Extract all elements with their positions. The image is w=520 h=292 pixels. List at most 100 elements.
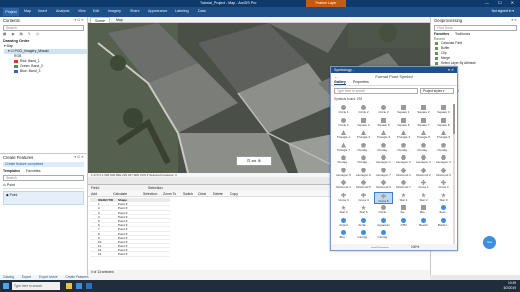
symbol-cell[interactable]: Triangle 3 (374, 129, 393, 141)
symbol-cell[interactable]: Square 5 (374, 117, 393, 129)
browser-icon[interactable] (76, 283, 82, 289)
symbol-cell[interactable]: Beach (414, 217, 433, 229)
symbol-cell[interactable]: Pentag... (334, 154, 353, 166)
symbol-cell[interactable]: Sq... (394, 204, 413, 216)
tab-properties[interactable]: Properties (353, 80, 369, 84)
symbol-cell[interactable]: Campg... (354, 229, 373, 241)
symbol-cell[interactable]: Blo... (414, 204, 433, 216)
symbol-cell[interactable]: Circle 2 (354, 104, 373, 116)
symbol-cell[interactable]: Border... (434, 217, 453, 229)
symbol-cell[interactable]: Aquarium (374, 217, 393, 229)
tab-insert[interactable]: Insert (38, 9, 47, 13)
symbol-cell[interactable]: Campg... (374, 229, 393, 241)
symbol-search-input[interactable]: Type here to search (334, 88, 418, 94)
tab-favorites-geo[interactable]: Favorites (434, 32, 449, 36)
gallery-scrollbar[interactable] (453, 104, 455, 244)
symbol-cell[interactable]: Hexagon 3 (414, 154, 433, 166)
scrollbar-thumb[interactable] (453, 104, 455, 134)
symbol-cell[interactable]: Diamond 5 (354, 179, 373, 191)
symbol-cell[interactable]: ATM (394, 217, 413, 229)
symbol-cell[interactable]: Airport (334, 217, 353, 229)
symbol-cell[interactable]: Star 4 (334, 204, 353, 216)
symbol-cell[interactable]: Square 1 (394, 104, 413, 116)
symbol-cell[interactable]: Triangle 2 (354, 129, 373, 141)
tab-labeling[interactable]: Labeling (175, 9, 189, 13)
symbol-cell[interactable]: Star 1 (394, 192, 413, 204)
copy-button[interactable]: Copy (230, 192, 238, 196)
zoom-slider[interactable]: ——○——— (371, 244, 389, 250)
back-arrow-icon[interactable]: ← (334, 73, 338, 80)
symbol-cell[interactable]: Hexagon 5 (334, 167, 353, 179)
symbol-cell[interactable]: Pentag... (354, 154, 373, 166)
sign-in-status[interactable]: Not signed in ▾ (492, 9, 514, 13)
delete-button[interactable]: Delete (213, 192, 223, 196)
tab-data[interactable]: Data (198, 9, 206, 13)
symbol-cell[interactable]: Cross 3 (334, 192, 353, 204)
symbol-cell[interactable]: Square 4 (354, 117, 373, 129)
symbol-cell[interactable]: Cross 4 (354, 192, 373, 204)
symbol-cell[interactable]: Square 8 (434, 117, 453, 129)
tab-appearance[interactable]: Appearance (148, 9, 167, 13)
symbol-cell[interactable]: Diamond 1 (394, 167, 413, 179)
tab-edit[interactable]: Edit (93, 9, 99, 13)
zoom-to-button[interactable]: Zoom To (163, 192, 176, 196)
symbol-cell[interactable]: Square 7 (414, 117, 433, 129)
symbol-cell[interactable]: Square 6 (394, 117, 413, 129)
symbol-cell[interactable]: Sect... (434, 204, 453, 216)
find-tools-input[interactable]: Find Tools (434, 25, 517, 31)
add-field-button[interactable]: Add (91, 192, 97, 196)
symbol-cell[interactable]: Ambu... (354, 217, 373, 229)
symbol-cell[interactable]: Pentag... (414, 142, 433, 154)
symbol-cell[interactable]: Star 2 (414, 192, 433, 204)
symbol-cell[interactable]: Circle 1 (334, 104, 353, 116)
tab-toolboxes[interactable]: Toolboxes (455, 32, 470, 36)
tab-imagery[interactable]: Imagery (108, 9, 121, 13)
project-styles-dropdown[interactable]: Project styles ▾ (420, 88, 454, 94)
symbol-cell[interactable]: Bus... (334, 229, 353, 241)
symbol-cell[interactable]: Cross 2 (434, 179, 453, 191)
table-row[interactable]: 13 Point Z (90, 252, 170, 257)
symbol-cell[interactable]: Diamond 2 (414, 167, 433, 179)
feature-template[interactable]: ◆ Point (3, 191, 84, 205)
tab-export[interactable]: Export (22, 275, 31, 279)
symbol-cell[interactable]: Square 3 (434, 104, 453, 116)
tab-catalog[interactable]: Catalog (3, 275, 14, 279)
symbol-cell[interactable]: Pentag... (354, 142, 373, 154)
symbol-cell[interactable]: Diamond 7 (394, 179, 413, 191)
tab-favorites[interactable]: Favorites (26, 169, 40, 173)
symbol-cell[interactable]: Pentag... (374, 142, 393, 154)
symbol-cell[interactable]: Triangle 5 (414, 129, 433, 141)
symbol-cell[interactable]: Star 3 (434, 192, 453, 204)
tab-share[interactable]: Share (130, 9, 140, 13)
windows-start-icon[interactable] (3, 283, 9, 289)
symbol-cell[interactable]: Diamond 4 (334, 179, 353, 191)
tab-gallery[interactable]: Gallery (334, 80, 346, 85)
clear-button[interactable]: Clear (198, 192, 206, 196)
create-search-input[interactable]: Search (3, 175, 84, 181)
symbol-cell[interactable]: Triangle 7 (334, 142, 353, 154)
symbol-cell[interactable]: Cross 5 (374, 191, 393, 204)
tab-templates[interactable]: Templates (3, 169, 20, 173)
calculate-button[interactable]: Calculate (113, 192, 127, 196)
symbol-cell[interactable]: Cross 1 (414, 179, 433, 191)
symbol-cell[interactable]: Hexagon 1 (374, 154, 393, 166)
symbol-cell[interactable]: Diamond 3 (434, 167, 453, 179)
symbol-cell[interactable]: Hexagon 7 (374, 167, 393, 179)
symbol-cell[interactable]: Star 5 (354, 204, 373, 216)
window-controls[interactable]: — ☐ ✕ (485, 0, 518, 5)
symbol-cell[interactable]: Pentag... (434, 142, 453, 154)
tab-project[interactable]: Project (3, 8, 19, 16)
symbol-cell[interactable]: Diamond 6 (374, 179, 393, 191)
contents-toolbar[interactable]: ▦ ◉ ▤ ✎ ◷ (3, 32, 84, 37)
contents-search-input[interactable]: Search (3, 25, 84, 31)
taskbar-search-input[interactable]: Type here to search (12, 282, 60, 290)
tab-create-features[interactable]: Create Features (66, 275, 89, 279)
symbol-cell[interactable]: Circle... (374, 204, 393, 216)
floating-action-button[interactable]: Use (483, 236, 496, 249)
pane-controls[interactable]: ▾ ⊡ ✕ (74, 155, 84, 159)
tab-view[interactable]: View (78, 9, 86, 13)
tab-map[interactable]: Map (24, 9, 31, 13)
feature-layer-context-tab[interactable]: Feature Layer (306, 0, 346, 7)
symbol-cell[interactable]: Circle 3 (374, 104, 393, 116)
tab-analysis[interactable]: Analysis (56, 9, 69, 13)
